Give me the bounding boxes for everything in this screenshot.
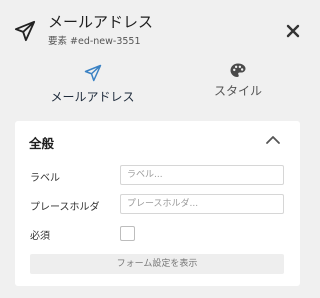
label-input[interactable]: [120, 165, 284, 185]
show-form-settings-button[interactable]: フォーム設定を表示: [30, 254, 284, 274]
palette-icon: [230, 63, 246, 77]
tab-style[interactable]: スタイル: [188, 60, 288, 110]
tab-style-label: スタイル: [213, 84, 262, 98]
tab-email-label: メールアドレス: [50, 90, 135, 104]
required-checkbox[interactable]: [120, 226, 135, 241]
element-title: メールアドレス: [48, 13, 154, 31]
placeholder-input[interactable]: [120, 194, 284, 214]
chevron-up-icon[interactable]: [265, 134, 281, 146]
section-title: 全般: [29, 136, 55, 151]
placeholder-field-label: プレースホルダ: [30, 202, 100, 213]
label-field-label: ラベル: [30, 173, 60, 184]
close-icon[interactable]: [283, 21, 303, 41]
general-section: 全般 ラベル プレースホルダ 必須 フォーム設定を表示: [15, 121, 300, 286]
tab-email[interactable]: メールアドレス: [40, 60, 145, 110]
panel-header: メールアドレス 要素 #ed-new-3551: [0, 0, 318, 56]
paper-plane-icon: [14, 20, 36, 42]
required-label: 必須: [30, 231, 50, 242]
paper-plane-icon: [84, 64, 101, 82]
element-id: 要素 #ed-new-3551: [48, 36, 141, 47]
